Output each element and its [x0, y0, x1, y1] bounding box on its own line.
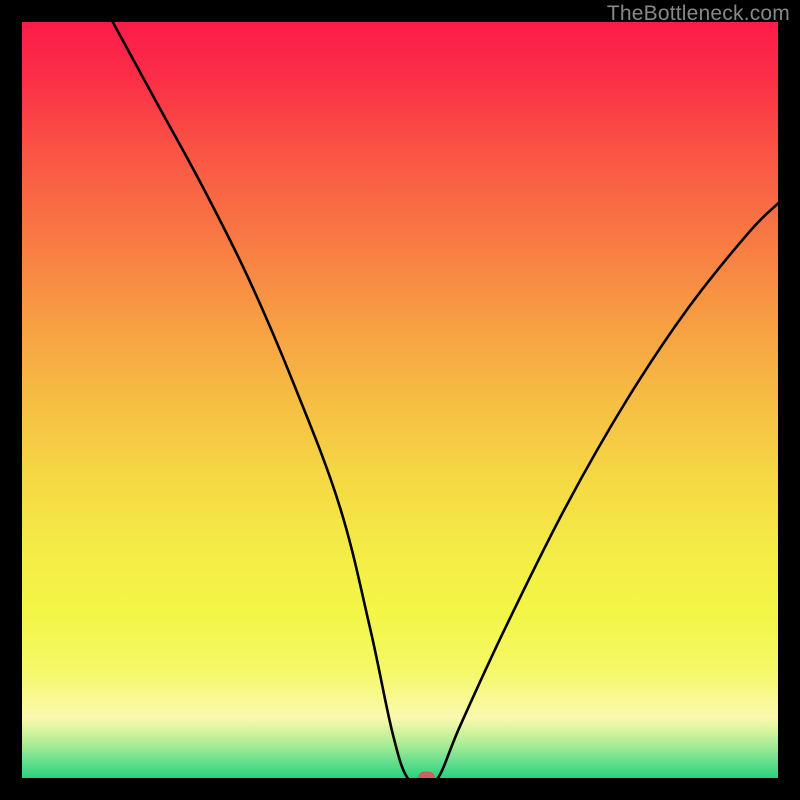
curve-layer [22, 22, 778, 778]
current-point-marker [418, 772, 434, 778]
plot-area [22, 22, 778, 778]
watermark-text: TheBottleneck.com [607, 2, 790, 26]
chart-frame: TheBottleneck.com [0, 0, 800, 800]
bottleneck-curve [113, 22, 778, 778]
